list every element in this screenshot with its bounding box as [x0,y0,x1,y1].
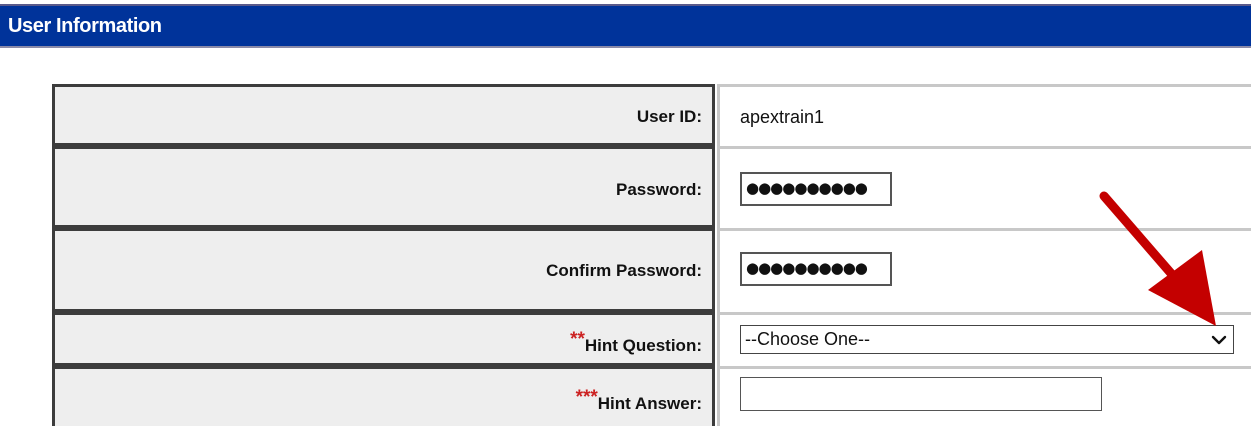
hint-question-label-cell: **Hint Question: [52,312,715,366]
confirm-password-label-cell: Confirm Password: [52,228,715,312]
required-marker: ** [570,329,585,350]
password-label: Password: [616,180,702,199]
red-arrow-icon [1099,191,1216,326]
user-id-label-cell: User ID: [52,84,715,146]
section-title: User Information [8,15,162,37]
user-id-value-cell: apextrain1 [717,84,1251,146]
confirm-password-input[interactable]: ●●●●●●●●●● [740,252,892,286]
hint-question-selected: --Choose One-- [745,329,871,349]
hint-answer-value-cell [717,366,1251,426]
hint-answer-label: Hint Answer: [597,394,702,413]
user-id-label: User ID: [636,107,702,126]
section-header: User Information [0,6,1251,48]
password-input[interactable]: ●●●●●●●●●● [740,172,892,206]
user-id-row: User ID: apextrain1 [52,84,1251,146]
hint-answer-row: ***Hint Answer: [52,366,1251,426]
hint-question-row: **Hint Question: --Choose One-- [52,312,1251,366]
password-row: Password: ●●●●●●●●●● [52,146,1251,228]
confirm-password-row: Confirm Password: ●●●●●●●●●● [52,228,1251,312]
hint-question-label-wrap: **Hint Question: [570,329,702,356]
hint-question-label: Hint Question: [584,336,702,355]
hint-answer-label-cell: ***Hint Answer: [52,366,715,426]
user-id-value: apextrain1 [740,107,825,127]
hint-answer-input[interactable] [740,377,1102,411]
confirm-password-label: Confirm Password: [546,261,702,280]
password-label-cell: Password: [52,146,715,228]
required-marker: *** [575,387,598,408]
hint-answer-label-wrap: ***Hint Answer: [576,387,702,414]
